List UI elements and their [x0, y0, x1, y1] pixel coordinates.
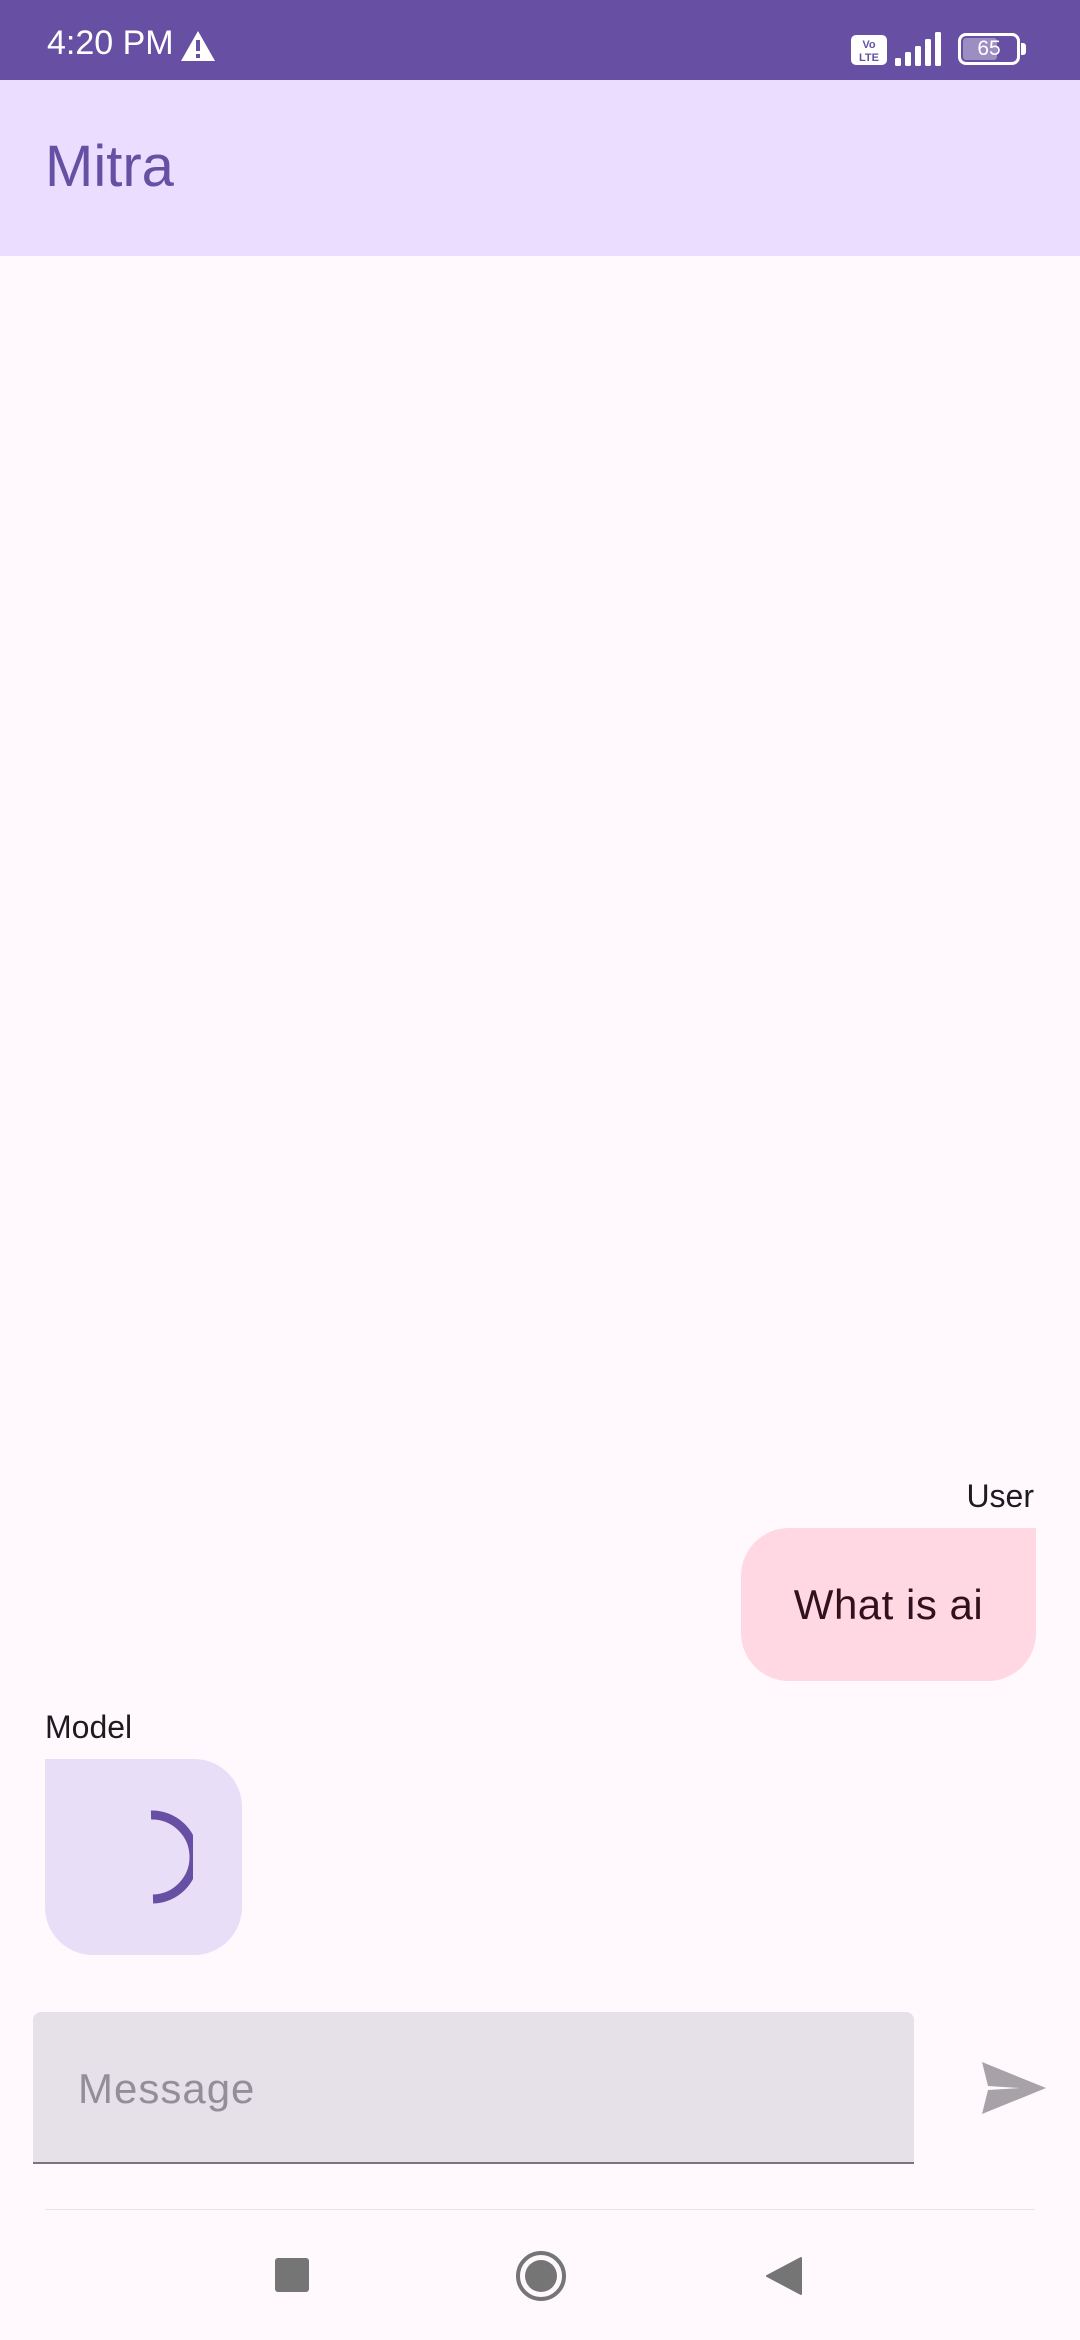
svg-text:Vo: Vo [862, 39, 876, 51]
user-sender-label: User [966, 1478, 1034, 1514]
message-input-placeholder: Message [78, 2065, 256, 2112]
app-bar: Mitra [0, 80, 1080, 256]
status-bar: 4:20 PM Vo LTE 65 [0, 0, 1080, 80]
warning-icon [181, 31, 215, 61]
app-title: Mitra [45, 134, 174, 199]
signal-icon [895, 32, 941, 66]
svg-text:LTE: LTE [859, 52, 879, 64]
message-input[interactable]: Message [33, 2012, 914, 2164]
user-message-text: What is ai [793, 1580, 984, 1628]
status-time: 4:20 PM [47, 24, 174, 62]
recents-icon[interactable] [275, 2258, 309, 2292]
send-icon[interactable] [980, 2060, 1048, 2116]
volte-icon: Vo LTE [851, 35, 887, 65]
back-icon[interactable] [765, 2256, 803, 2296]
navigation-bar [0, 2210, 1080, 2340]
battery-icon: 65 [958, 33, 1026, 65]
model-message-bubble [45, 1759, 242, 1955]
battery-level: 65 [977, 37, 1001, 60]
user-message-bubble: What is ai [741, 1528, 1036, 1681]
home-icon[interactable] [515, 2250, 567, 2302]
model-sender-label: Model [45, 1709, 133, 1745]
loading-spinner-icon [150, 1810, 193, 1904]
